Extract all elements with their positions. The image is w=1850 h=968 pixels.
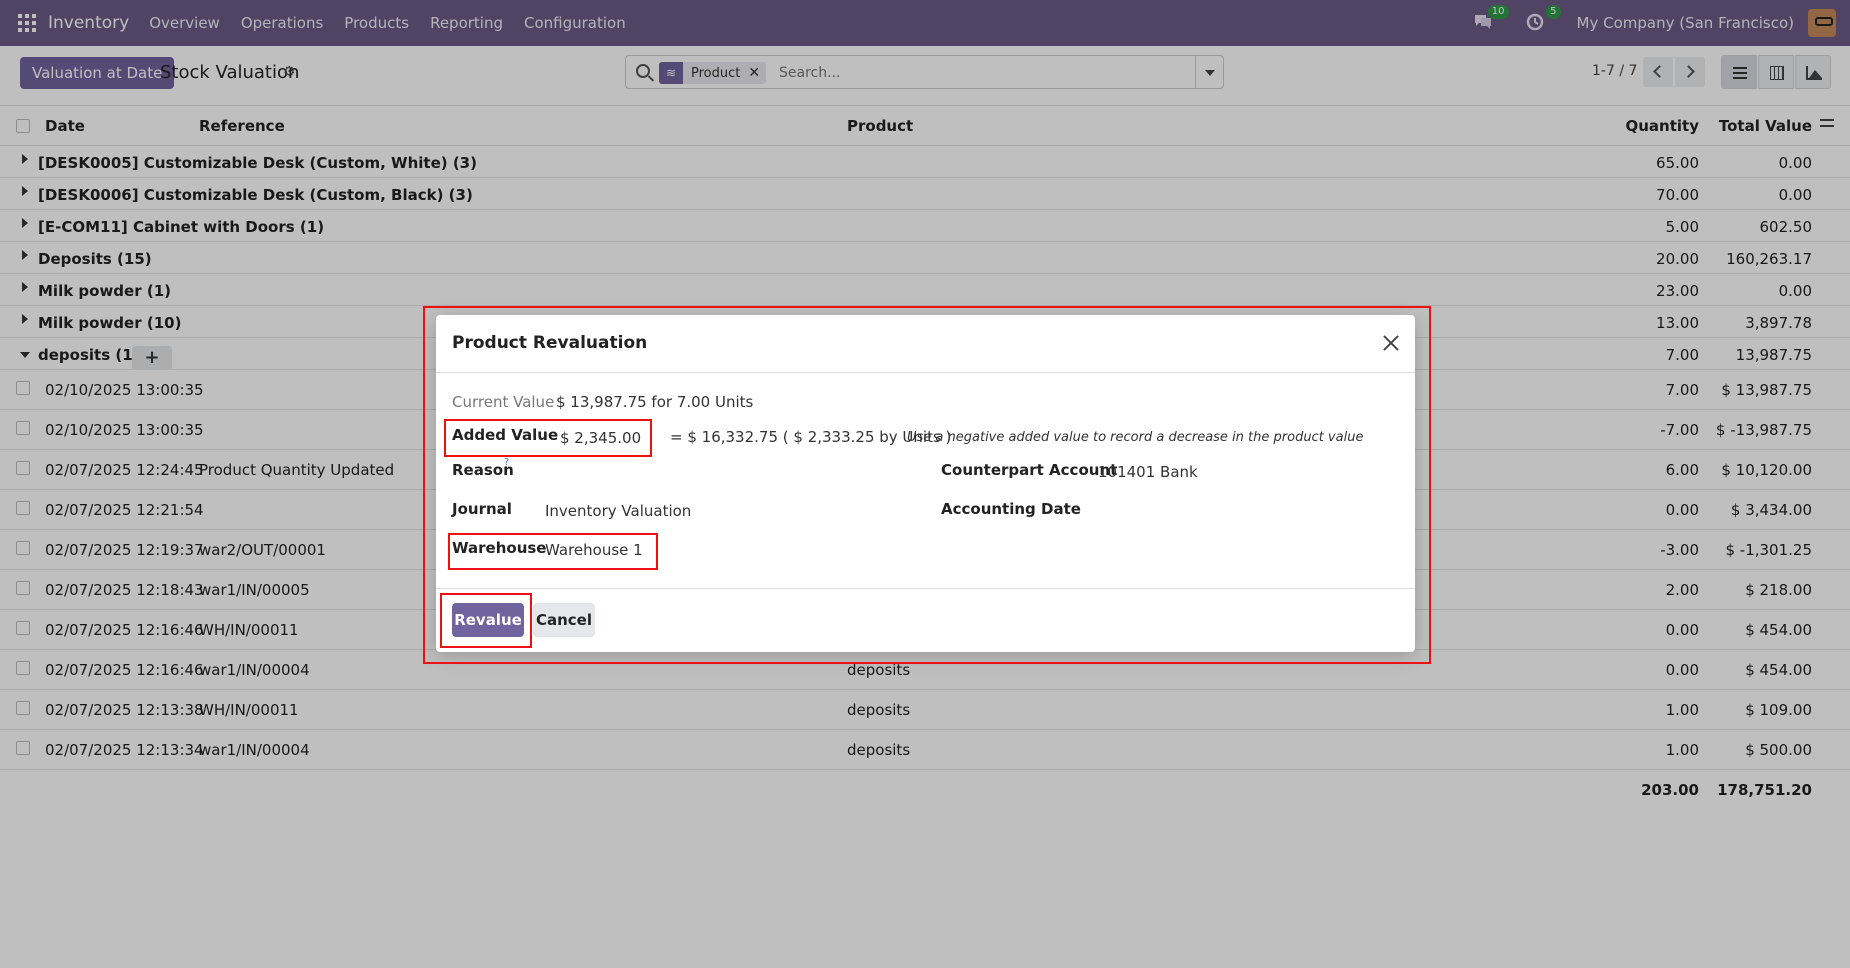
added-value-hint: Use a negative added value to record a d… [907,430,1364,445]
counterpart-account-label: Counterpart Account [941,461,1118,479]
reason-help-tooltip[interactable]: ? [504,457,509,468]
dialog-footer: Revalue Cancel [436,588,1415,652]
warehouse-label: Warehouse [452,539,547,557]
product-revaluation-dialog: Product Revaluation Current Value $ 13,9… [436,315,1415,652]
dialog-body: Current Value $ 13,987.75 for 7.00 Units… [436,373,1415,588]
revalue-button[interactable]: Revalue [452,603,524,637]
warehouse-field[interactable]: Warehouse 1 [545,541,643,559]
current-value-label: Current Value [452,393,555,411]
accounting-date-label: Accounting Date [941,500,1081,518]
counterpart-account-field[interactable]: 101401 Bank [1098,463,1198,481]
dialog-header: Product Revaluation [436,315,1415,373]
journal-label: Journal [452,500,512,518]
current-value: $ 13,987.75 for 7.00 Units [556,393,754,411]
cancel-button[interactable]: Cancel [533,603,595,637]
added-value-label: Added Value [452,426,559,444]
added-value-input[interactable]: $ 2,345.00 [560,429,641,447]
close-icon[interactable] [1381,333,1401,353]
journal-field[interactable]: Inventory Valuation [545,502,691,520]
dialog-title: Product Revaluation [452,333,648,353]
